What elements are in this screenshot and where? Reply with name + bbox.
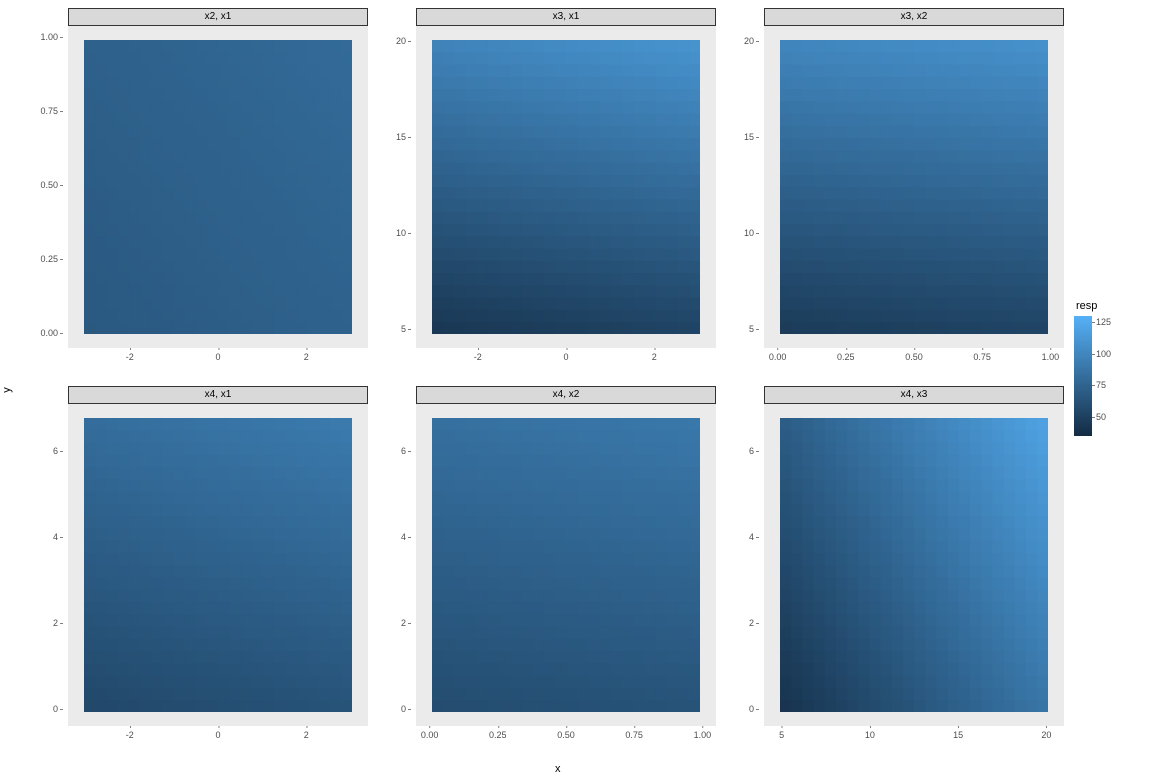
x-ticks: -2 0 2 [68,352,368,366]
plot-area [68,404,368,726]
x-tick-label: 0.00 [421,730,439,740]
facet-strip: x4, x2 [416,386,716,404]
y-tick-label: 2 [372,618,406,628]
y-ticks: 5 10 15 20 [372,22,412,348]
y-tick-label: 6 [24,446,58,456]
legend-colorbar [1074,316,1092,436]
y-tick-label: 0 [24,704,58,714]
y-ticks: 5 10 15 20 [720,22,760,348]
facet-panel: 5 10 15 20 0.00 0.25 0.50 0.75 1.00 x3, x2 [720,4,1068,382]
facet-panel: 0 2 4 6 5 10 15 20 x4, x3 [720,382,1068,760]
x-tick-label: -2 [474,352,482,362]
facet-panel: 5 10 15 20 -2 0 2 x3, x1 [372,4,720,382]
y-tick-label: 2 [720,618,754,628]
y-tick-label: 0.75 [24,106,58,116]
x-tick-label: 0.00 [769,352,787,362]
x-tick-label: 15 [953,730,963,740]
x-tick-label: 0 [563,352,568,362]
x-tick-label: 0.50 [905,352,923,362]
x-tick-label: 2 [304,730,309,740]
x-tick-label: -2 [126,730,134,740]
y-tick-label: 0.25 [24,254,58,264]
legend-tick: 100 [1096,349,1111,359]
plot-area [416,404,716,726]
x-tick-label: 0.75 [973,352,991,362]
y-ticks: 0 2 4 6 [720,400,760,726]
x-ticks: -2 0 2 [68,730,368,744]
x-tick-label: 5 [779,730,784,740]
legend-title: resp [1076,300,1146,312]
x-ticks: -2 0 2 [416,352,716,366]
plot-area [764,26,1064,348]
facet-grid: 0.000.250.500.751.00-202x2, x15101520-20… [24,4,1068,760]
facet-panel: 0 2 4 6 -2 0 2 x4, x1 [24,382,372,760]
y-tick-label: 10 [372,228,406,238]
x-tick-label: 2 [304,352,309,362]
y-tick-label: 2 [24,618,58,628]
x-tick-label: 0.50 [557,730,575,740]
plot-area [68,26,368,348]
x-tick-label: 0 [215,352,220,362]
heatmap [432,40,700,334]
facet-strip: x2, x1 [68,8,368,26]
heatmap [432,418,700,712]
y-tick-label: 0.00 [24,328,58,338]
x-tick-label: -2 [126,352,134,362]
x-tick-label: 2 [652,352,657,362]
facet-strip: x4, x3 [764,386,1064,404]
x-tick-label: 0 [215,730,220,740]
x-axis-label: x [555,763,561,775]
color-legend: resp 125 100 75 50 [1074,300,1146,436]
figure: y x 0.00 0.25 0.50 0.75 1.00 -2 0 2 x2, x1 5 10 15 2… [0,0,1150,779]
y-tick-label: 4 [24,532,58,542]
x-tick-label: 1.00 [694,730,712,740]
y-tick-label: 5 [720,324,754,334]
facet-panel: 0.00 0.25 0.50 0.75 1.00 -2 0 2 x2, x1 [24,4,372,382]
y-tick-label: 0.50 [24,180,58,190]
heatmap [84,40,352,334]
y-ticks: 0 2 4 6 [372,400,412,726]
x-tick-label: 1.00 [1042,352,1060,362]
y-tick-label: 4 [372,532,406,542]
x-ticks: 5 10 15 20 [764,730,1064,744]
y-tick-label: 1.00 [24,32,58,42]
plot-area [764,404,1064,726]
x-ticks: 0.00 0.25 0.50 0.75 1.00 [764,352,1064,366]
y-ticks: 0.00 0.25 0.50 0.75 1.00 [24,22,64,348]
x-tick-label: 0.25 [837,352,855,362]
legend-tick: 50 [1096,412,1106,422]
y-tick-label: 20 [720,36,754,46]
heatmap [780,40,1048,334]
legend-tick: 125 [1096,317,1111,327]
x-tick-label: 10 [865,730,875,740]
y-tick-label: 5 [372,324,406,334]
y-tick-label: 15 [720,132,754,142]
facet-strip: x3, x1 [416,8,716,26]
x-tick-label: 0.75 [625,730,643,740]
y-tick-label: 15 [372,132,406,142]
plot-area [416,26,716,348]
facet-panel: 0 2 4 6 0.00 0.25 0.50 0.75 1.00 x4, x2 [372,382,720,760]
y-tick-label: 0 [372,704,406,714]
heatmap [780,418,1048,712]
legend-ticks: 125 100 75 50 [1096,316,1136,436]
y-tick-label: 10 [720,228,754,238]
x-tick-label: 20 [1041,730,1051,740]
y-ticks: 0 2 4 6 [24,400,64,726]
y-tick-label: 20 [372,36,406,46]
heatmap [84,418,352,712]
x-tick-label: 0.25 [489,730,507,740]
y-axis-label: y [1,387,13,393]
y-tick-label: 0 [720,704,754,714]
facet-strip: x3, x2 [764,8,1064,26]
y-tick-label: 6 [720,446,754,456]
x-ticks: 0.00 0.25 0.50 0.75 1.00 [416,730,716,744]
facet-strip: x4, x1 [68,386,368,404]
legend-tick: 75 [1096,380,1106,390]
y-tick-label: 6 [372,446,406,456]
y-tick-label: 4 [720,532,754,542]
